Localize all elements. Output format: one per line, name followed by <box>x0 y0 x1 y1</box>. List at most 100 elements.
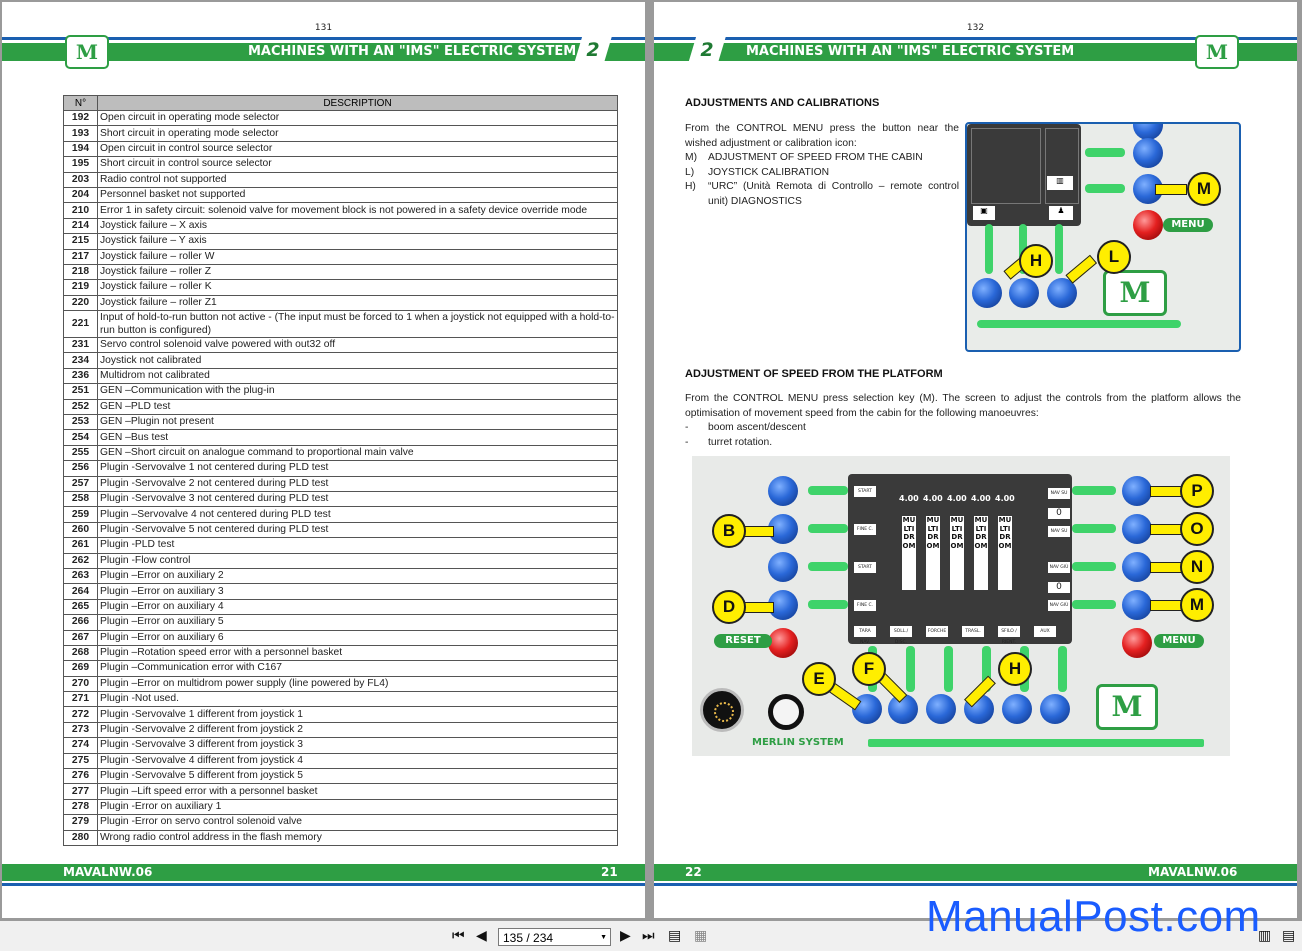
header-title: MACHINES WITH AN "IMS" ELECTRIC SYSTEM <box>248 44 577 59</box>
display-value: 4.00 <box>899 494 919 503</box>
error-code: 276 <box>63 768 98 785</box>
error-code: 236 <box>63 367 98 385</box>
error-code: 193 <box>63 125 98 142</box>
bottom-key-6[interactable] <box>1040 694 1070 724</box>
fit-page-icon[interactable]: ▤ <box>1282 928 1295 944</box>
multidrom-column: MULTIDROM <box>950 516 964 590</box>
display-key-label: NAV GIÙ <box>1048 562 1070 573</box>
single-page-view-icon[interactable]: ▤ <box>668 928 681 944</box>
next-page-icon[interactable]: ▶ <box>620 928 631 944</box>
menu-label: MENU <box>1154 634 1204 648</box>
error-code: 280 <box>63 829 98 846</box>
table-row: 255 GEN –Short circuit on analogue comman… <box>63 444 618 462</box>
error-description: GEN –Communication with the plug-in <box>97 383 618 400</box>
last-page-icon[interactable]: ⏭ <box>642 928 655 944</box>
column-header-number: N° <box>63 95 98 111</box>
error-code: 221 <box>63 310 98 339</box>
error-description: Plugin -Flow control <box>97 552 618 569</box>
readout-value: 0 <box>1048 582 1070 593</box>
table-row: 234 Joystick not calibrated <box>63 352 618 369</box>
list-item: H) “URC” (Unità Remota di Controllo – rem… <box>685 180 959 209</box>
table-header-row: N° DESCRIPTION <box>63 95 618 111</box>
menu-key-2[interactable] <box>1133 138 1163 168</box>
table-row: 279 Plugin -Error on servo control soleno… <box>63 814 618 831</box>
display-key-label: TRASL. <box>962 626 984 637</box>
page-number-dropdown[interactable]: 135 / 234 ▼ <box>498 928 611 946</box>
error-code: 266 <box>63 614 98 631</box>
display-key-label: SFILO / RIENT. <box>998 626 1020 645</box>
error-description: Plugin –Error on auxiliary 3 <box>97 583 618 600</box>
right-key-p[interactable] <box>1122 476 1152 506</box>
error-description: Error 1 in safety circuit: solenoid valv… <box>97 202 618 219</box>
menu-label: MENU <box>1163 218 1213 232</box>
display-value: 4.00 <box>995 494 1015 503</box>
callout-h: H <box>1019 244 1053 278</box>
page-footer: 22 MAVALNW.06 <box>654 864 1297 886</box>
menu-red-key[interactable] <box>1122 628 1152 658</box>
merlin-logo-icon: M <box>1103 270 1167 316</box>
footer-code: MAVALNW.06 <box>63 865 153 879</box>
list-item-text: ADJUSTMENT OF SPEED FROM THE CABIN <box>708 152 923 163</box>
error-code: 251 <box>63 383 98 400</box>
error-code: 259 <box>63 506 98 523</box>
error-description: Plugin –Error on auxiliary 2 <box>97 567 618 585</box>
error-description: Plugin –Rotation speed error with a pers… <box>97 644 618 662</box>
display-key-label: NAV SU <box>1048 526 1070 537</box>
error-description: Open circuit in operating mode selector <box>97 109 618 127</box>
facing-pages-view-icon[interactable]: ▦ <box>694 928 707 944</box>
merlin-logo-icon: M <box>1096 684 1158 730</box>
left-page: 131 M MACHINES WITH AN "IMS" ELECTRIC SY… <box>2 2 645 918</box>
list-item: M) ADJUSTMENT OF SPEED FROM THE CABIN <box>685 151 959 166</box>
table-row: 253 GEN –Plugin not present <box>63 414 618 431</box>
page-indicator: 135 / 234 <box>503 931 554 945</box>
error-description: Plugin -Not used. <box>97 691 618 708</box>
error-description: Multidrom not calibrated <box>97 367 618 385</box>
error-description: Plugin –Error on multidrom power supply … <box>97 675 618 693</box>
bottom-key-5[interactable] <box>1002 694 1032 724</box>
footer-page-number: 21 <box>601 865 618 879</box>
left-key-3[interactable] <box>768 552 798 582</box>
error-description: Plugin -PLD test <box>97 537 618 554</box>
reset-red-key[interactable] <box>768 628 798 658</box>
list-item-text: boom ascent/descent <box>708 422 806 433</box>
footer-blue-line <box>2 883 645 886</box>
section-intro: From the CONTROL MENU press the button n… <box>685 123 959 149</box>
error-code: 192 <box>63 109 98 127</box>
menu-red-key[interactable] <box>1133 210 1163 240</box>
callout-o: O <box>1180 512 1214 546</box>
first-page-icon[interactable]: ⏮ <box>452 928 465 944</box>
right-key-m[interactable] <box>1122 590 1152 620</box>
right-key-o[interactable] <box>1122 514 1152 544</box>
bottom-key-h[interactable] <box>972 278 1002 308</box>
error-code: 254 <box>63 429 98 446</box>
right-key-n[interactable] <box>1122 552 1152 582</box>
left-key-1[interactable] <box>768 476 798 506</box>
callout-arrow <box>1155 184 1187 195</box>
table-row: 192 Open circuit in operating mode select… <box>63 109 618 127</box>
callout-n: N <box>1180 550 1214 584</box>
error-description: Joystick not calibrated <box>97 352 618 369</box>
page-header: M MACHINES WITH AN "IMS" ELECTRIC SYSTEM… <box>2 35 645 69</box>
bottom-key-2[interactable] <box>1009 278 1039 308</box>
display-key-label: NAV SU <box>1048 488 1070 499</box>
list-item-key: - <box>685 422 689 433</box>
remote-unit-icon: ▣ <box>973 206 995 220</box>
control-menu-illustration: ▥ ▣ ♟ MENU M M H L <box>965 122 1241 352</box>
display-value: 4.00 <box>971 494 991 503</box>
page-number: 131 <box>314 23 333 33</box>
prev-page-icon[interactable]: ◀ <box>476 928 487 944</box>
section-title-adjustments: ADJUSTMENTS AND CALIBRATIONS <box>685 97 880 109</box>
bottom-key-3[interactable] <box>926 694 956 724</box>
table-row: 254 GEN –Bus test <box>63 429 618 446</box>
key-switch-icon <box>768 694 804 730</box>
table-row: 274 Plugin -Servovalve 3 different from j… <box>63 737 618 754</box>
display-key-label: START <box>854 486 876 497</box>
error-description: Joystick failure – roller K <box>97 279 618 296</box>
table-row: 257 Plugin -Servovalve 2 not centered dur… <box>63 475 618 492</box>
multidrom-column: MULTIDROM <box>998 516 1012 590</box>
error-code: 253 <box>63 414 98 431</box>
error-code: 274 <box>63 737 98 754</box>
error-description: Radio control not supported <box>97 171 618 188</box>
table-row: 280 Wrong radio control address in the fl… <box>63 829 618 846</box>
error-code: 219 <box>63 279 98 296</box>
